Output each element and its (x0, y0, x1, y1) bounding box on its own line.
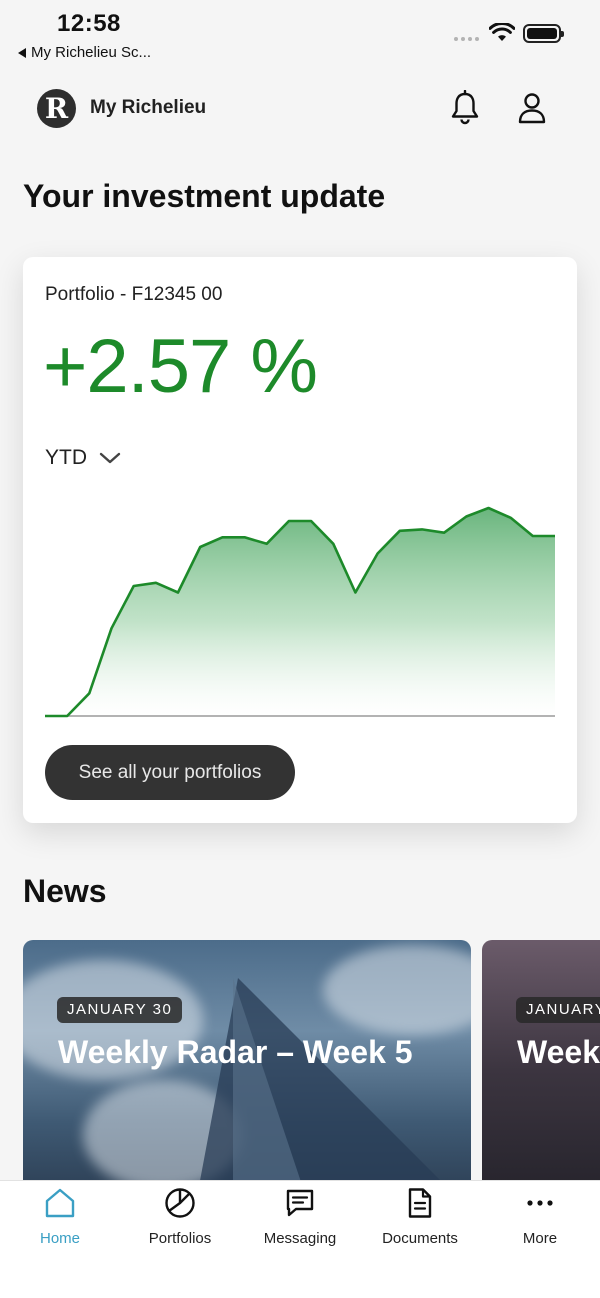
bottom-nav: Home Portfolios Messaging Documents More (0, 1180, 600, 1298)
portfolio-label: Portfolio - F12345 00 (45, 284, 223, 305)
nav-messaging[interactable]: Messaging (240, 1181, 360, 1261)
home-icon (45, 1188, 75, 1218)
news-date-badge: JANUARY 30 (57, 997, 183, 1023)
app-name: My Richelieu (90, 97, 207, 118)
status-time: 12:58 (57, 10, 121, 37)
wifi-icon (489, 23, 515, 41)
nav-messaging-label: Messaging (263, 1230, 337, 1247)
battery-icon (523, 24, 564, 43)
status-bar: 12:58 My Richelieu Sc... (0, 0, 600, 70)
building-facade (233, 978, 313, 1200)
richelieu-logo: R (37, 89, 76, 128)
news-title: Weekly Radar – Week 5 (58, 1034, 413, 1070)
news-card[interactable]: JANUARY Week 4 (482, 940, 600, 1200)
back-to-app-link[interactable]: My Richelieu Sc... (18, 44, 151, 61)
nav-portfolios[interactable]: Portfolios (120, 1181, 240, 1261)
user-icon[interactable] (515, 90, 549, 126)
performance-chart (45, 506, 555, 718)
page-title: Your investment update (23, 178, 386, 214)
nav-more-label: More (522, 1230, 558, 1247)
app-header: R My Richelieu (0, 86, 600, 132)
nav-documents[interactable]: Documents (360, 1181, 480, 1261)
back-app-label: My Richelieu Sc... (31, 44, 152, 61)
portfolio-card[interactable]: Portfolio - F12345 00 +2.57 % YTD See al… (23, 257, 577, 823)
bell-icon[interactable] (448, 90, 482, 126)
nav-home-label: Home (39, 1230, 80, 1247)
period-label: YTD (45, 446, 87, 469)
message-icon (286, 1189, 314, 1217)
nav-documents-label: Documents (382, 1230, 458, 1247)
news-date-badge: JANUARY (516, 997, 600, 1023)
portfolio-performance: +2.57 % (43, 324, 318, 409)
nav-home[interactable]: Home (0, 1181, 120, 1261)
nav-portfolios-label: Portfolios (148, 1230, 212, 1247)
chevron-down-icon (99, 452, 121, 464)
signal-icon (454, 37, 479, 41)
pie-chart-icon (165, 1188, 195, 1218)
back-triangle-icon (18, 47, 26, 58)
news-card[interactable]: JANUARY 30 Weekly Radar – Week 5 (23, 940, 471, 1200)
more-icon (527, 1200, 553, 1206)
nav-more[interactable]: More (480, 1181, 600, 1261)
news-title: Week 4 (517, 1034, 600, 1070)
document-icon (408, 1188, 432, 1218)
see-all-portfolios-button[interactable]: See all your portfolios (45, 745, 295, 800)
period-selector[interactable]: YTD (45, 446, 121, 470)
news-heading: News (23, 873, 107, 909)
